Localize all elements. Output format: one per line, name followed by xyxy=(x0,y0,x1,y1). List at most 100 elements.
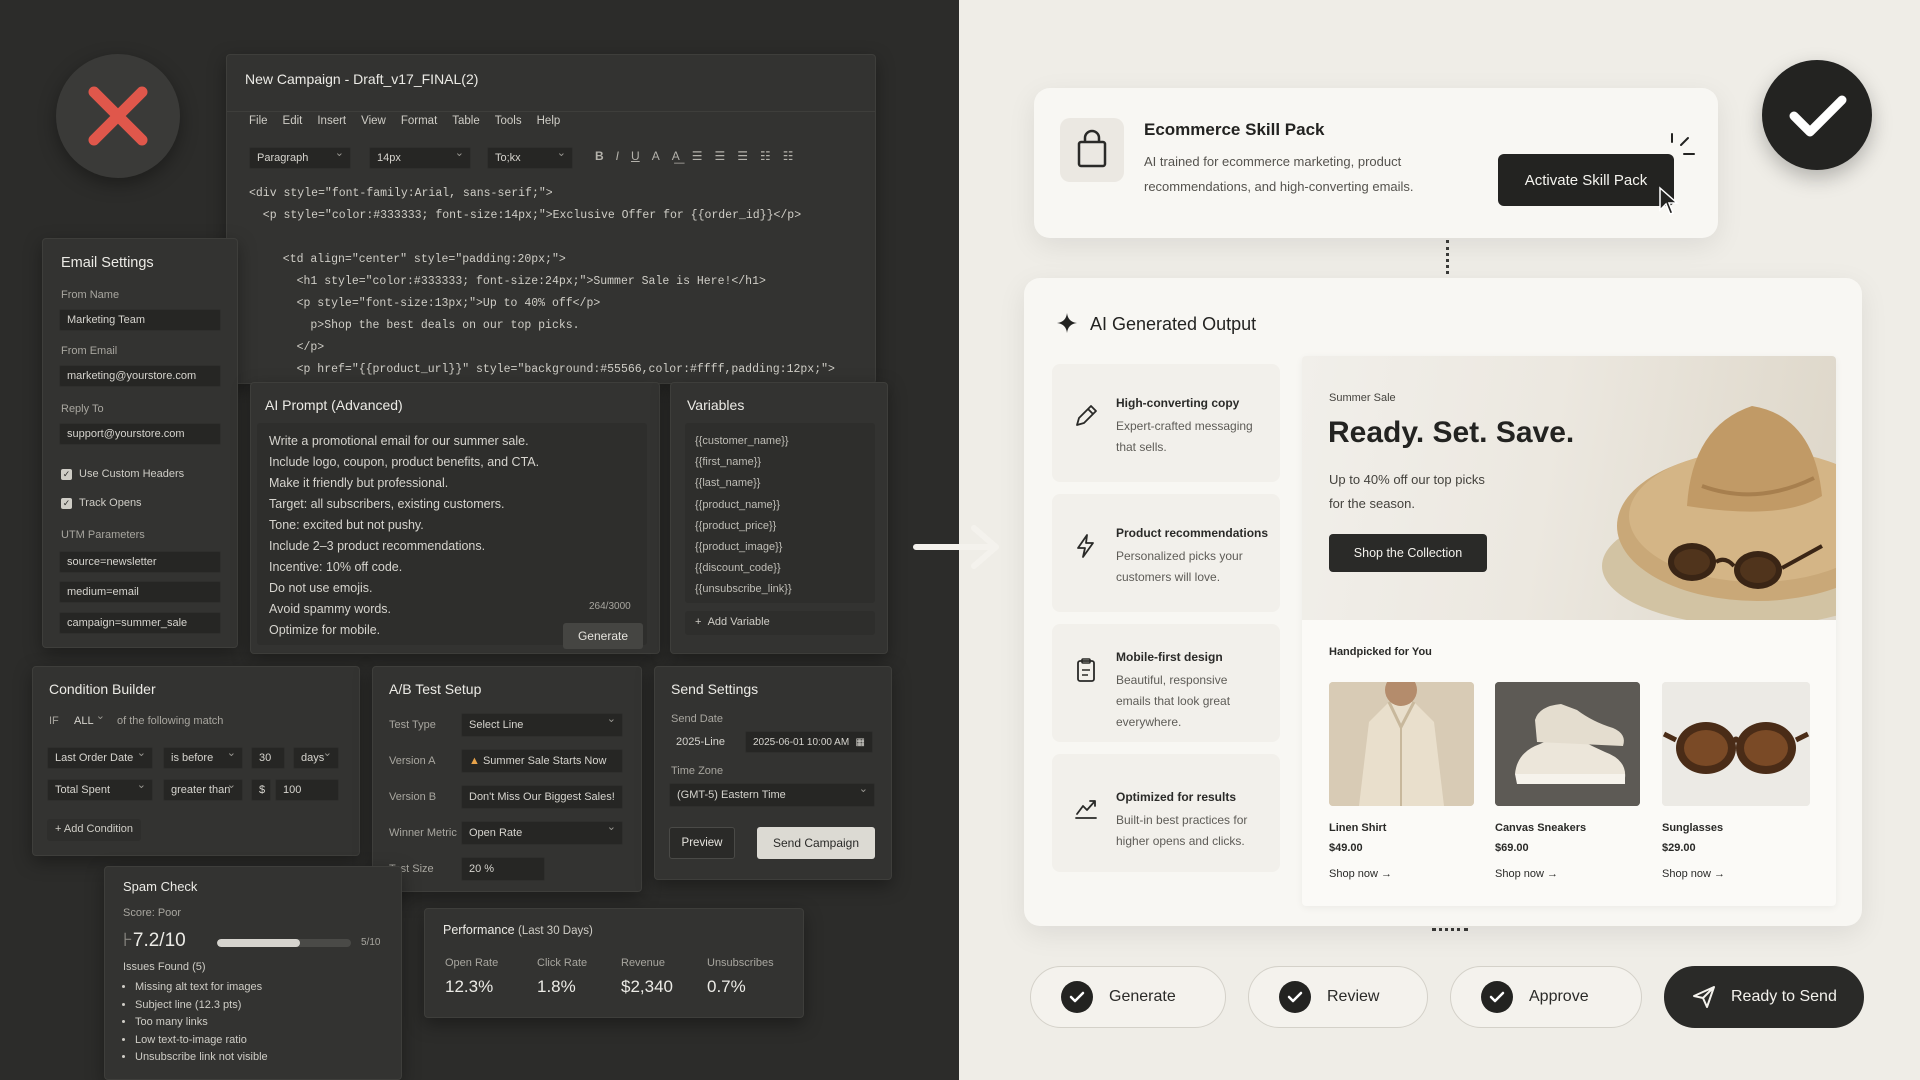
condition-operator-select[interactable]: is before xyxy=(163,747,243,769)
paragraph-select[interactable]: Paragraph xyxy=(249,147,351,169)
menu-tools[interactable]: Tools xyxy=(495,115,522,127)
condition-unit-select[interactable]: days xyxy=(293,747,339,769)
skill-pack-title: Ecommerce Skill Pack xyxy=(1144,120,1325,139)
hat-sunglasses-image xyxy=(1602,406,1836,620)
send-campaign-button[interactable]: Send Campaign xyxy=(757,827,875,859)
code-line[interactable]: <div style="font-family:Arial, sans-seri… xyxy=(249,187,553,200)
utm-campaign-field[interactable]: campaign=summer_sale xyxy=(59,612,221,634)
winner-metric-select[interactable]: Open Rate xyxy=(461,821,623,845)
menu-insert[interactable]: Insert xyxy=(317,115,346,127)
code-line[interactable]: <p href="{{product_url}}" style="backgro… xyxy=(269,363,835,376)
menu-file[interactable]: File xyxy=(249,115,268,127)
workflow-step-approve[interactable]: Approve xyxy=(1450,966,1642,1028)
issues-title: Issues Found (5) xyxy=(123,961,206,973)
highlight-icon[interactable]: A͟ xyxy=(672,149,680,163)
datetime-field[interactable]: 2025-06-01 10:00 AM ▦ xyxy=(745,731,873,753)
shopping-bag-icon xyxy=(1077,129,1107,168)
score-icon: ⊦ xyxy=(123,930,133,951)
metric-label: Click Rate xyxy=(537,957,588,969)
handpicked-title: Handpicked for You xyxy=(1329,646,1432,658)
condition-builder-title: Condition Builder xyxy=(49,681,156,697)
code-line[interactable]: <p style="font-size:13px;">Up to 40% off… xyxy=(269,297,601,310)
utm-medium-field[interactable]: medium=email xyxy=(59,581,221,603)
version-a-field[interactable]: ▲ Summer Sale Starts Now xyxy=(461,749,623,773)
from-email-label: From Email xyxy=(61,345,118,357)
spam-check-title: Spam Check xyxy=(123,879,198,894)
issue-item: Unsubscribe link not visible xyxy=(135,1049,268,1067)
variable-item[interactable]: {{discount_code}} xyxy=(695,558,865,579)
from-name-field[interactable]: Marketing Team xyxy=(59,309,221,331)
if-label: IF xyxy=(49,715,59,727)
variable-item[interactable]: {{first_name}} xyxy=(695,452,865,473)
menu-view[interactable]: View xyxy=(361,115,386,127)
utm-source-field[interactable]: source=newsletter xyxy=(59,551,221,573)
code-line[interactable]: </p> xyxy=(269,341,325,354)
condition2-operator-select[interactable]: greater than xyxy=(163,779,243,801)
underline-icon[interactable]: U xyxy=(631,149,640,163)
workflow-step-review[interactable]: Review xyxy=(1248,966,1428,1028)
variable-item[interactable]: {{unsubscribe_link}} xyxy=(695,579,865,600)
italic-icon[interactable]: I xyxy=(616,149,619,163)
variable-item[interactable]: {{product_name}} xyxy=(695,495,865,516)
from-email-field[interactable]: marketing@yourstore.com xyxy=(59,365,221,387)
condition-value-input[interactable]: 30 xyxy=(251,747,285,769)
menu-table[interactable]: Table xyxy=(452,115,480,127)
skill-pack-card: Ecommerce Skill Pack AI trained for ecom… xyxy=(1034,88,1718,238)
shop-collection-button[interactable]: Shop the Collection xyxy=(1329,534,1487,572)
shop-now-link[interactable]: Shop now → xyxy=(1495,868,1558,880)
number-list-icon[interactable]: ☷ xyxy=(783,149,794,163)
code-editor-window: New Campaign - Draft_v17_FINAL(2) File E… xyxy=(226,54,876,384)
font-select[interactable]: To;kx xyxy=(487,147,573,169)
bullet-list-icon[interactable]: ☷ xyxy=(760,149,771,163)
align-right-icon[interactable]: ☰ xyxy=(737,149,748,163)
code-line[interactable]: <p style="color:#333333; font-size:14px;… xyxy=(249,209,801,222)
align-center-icon[interactable]: ☰ xyxy=(714,149,725,163)
sparkle-icon xyxy=(1057,313,1077,333)
shop-now-link[interactable]: Shop now → xyxy=(1329,868,1392,880)
code-line[interactable]: p>Shop the best deals on our top picks. xyxy=(269,319,579,332)
condition-builder-panel: Condition Builder IF ALL of the followin… xyxy=(32,666,360,856)
send-icon xyxy=(1693,986,1715,1008)
workflow-step-label: Approve xyxy=(1529,988,1589,1005)
menu-format[interactable]: Format xyxy=(401,115,437,127)
timezone-select[interactable]: (GMT-5) Eastern Time xyxy=(669,783,875,807)
activate-skill-pack-button[interactable]: Activate Skill Pack xyxy=(1498,154,1674,206)
variable-item[interactable]: {{product_price}} xyxy=(695,516,865,537)
test-size-field[interactable]: 20 % xyxy=(461,857,545,881)
send-line-field[interactable]: 2025-Line xyxy=(669,731,749,753)
bold-icon[interactable]: B xyxy=(595,149,604,163)
all-select[interactable]: ALL xyxy=(67,711,111,731)
ready-to-send-button[interactable]: Ready to Send xyxy=(1664,966,1864,1028)
menu-items: File Edit Insert View Format Table Tools… xyxy=(249,115,560,127)
version-b-field[interactable]: Don't Miss Our Biggest Sales! xyxy=(461,785,623,809)
generate-prompt-button[interactable]: Generate xyxy=(563,623,643,649)
condition2-field-select[interactable]: Total Spent xyxy=(47,779,153,801)
calendar-icon[interactable]: ▦ xyxy=(856,737,865,748)
shop-now-link[interactable]: Shop now → xyxy=(1662,868,1725,880)
text-color-icon[interactable]: A xyxy=(652,149,660,163)
variable-item[interactable]: {{customer_name}} xyxy=(695,431,865,452)
add-variable-button[interactable]: + Add Variable xyxy=(685,611,875,635)
menu-edit[interactable]: Edit xyxy=(283,115,303,127)
reply-to-field[interactable]: support@yourstore.com xyxy=(59,423,221,445)
condition-field-select[interactable]: Last Order Date xyxy=(47,747,153,769)
issue-item: Missing alt text for images xyxy=(135,979,268,997)
align-left-icon[interactable]: ☰ xyxy=(692,149,703,163)
add-condition-button[interactable]: + Add Condition xyxy=(47,819,141,841)
font-size-select[interactable]: 14px xyxy=(369,147,471,169)
preview-button[interactable]: Preview xyxy=(669,827,735,859)
custom-headers-checkbox[interactable]: ✓ xyxy=(61,469,72,480)
ai-output-title: AI Generated Output xyxy=(1090,314,1257,334)
test-type-select[interactable]: Select Line xyxy=(461,713,623,737)
variable-item[interactable]: {{last_name}} xyxy=(695,473,865,494)
prompt-lines: Write a promotional email for our summer… xyxy=(269,431,539,641)
condition2-value-input[interactable]: 100 xyxy=(275,779,339,801)
code-line[interactable]: <h1 style="color:#333333; font-size:24px… xyxy=(269,275,766,288)
menu-help[interactable]: Help xyxy=(537,115,561,127)
variable-item[interactable]: {{product_image}} xyxy=(695,537,865,558)
track-opens-checkbox[interactable]: ✓ xyxy=(61,498,72,509)
workflow-step-generate[interactable]: Generate xyxy=(1030,966,1226,1028)
code-line[interactable]: <td align="center" style="padding:20px;"… xyxy=(269,253,566,266)
feature-desc: Personalized picks your xyxy=(1116,549,1243,563)
hero-headline: Ready. Set. Save. xyxy=(1328,416,1575,449)
